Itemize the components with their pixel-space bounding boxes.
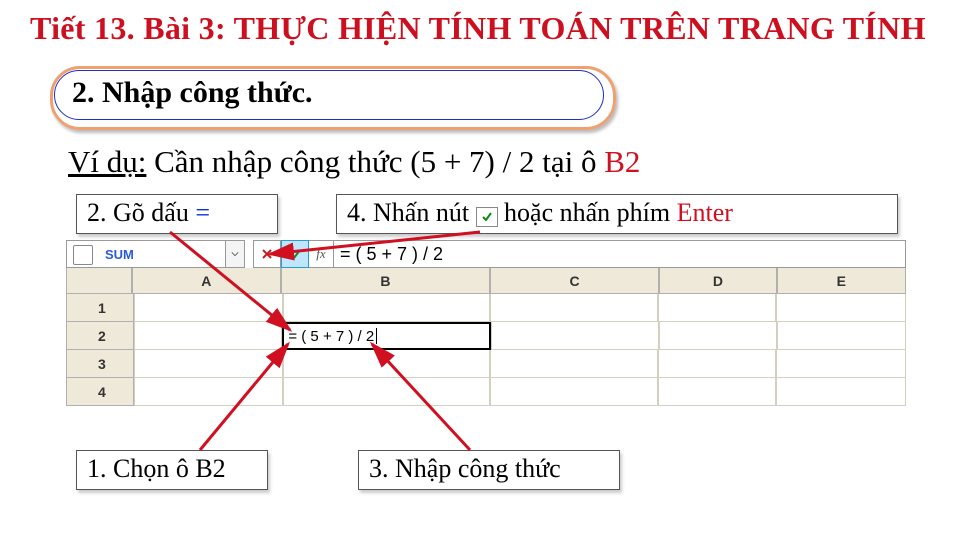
slide-title: Tiết 13. Bài 3: THỰC HIỆN TÍNH TOÁN TRÊN… bbox=[30, 10, 926, 47]
col-header-A[interactable]: A bbox=[132, 268, 281, 294]
example-cellref: B2 bbox=[604, 144, 640, 179]
enter-check-icon bbox=[288, 247, 302, 261]
cell-B2[interactable]: = ( 5 + 7 ) / 2 bbox=[282, 322, 491, 350]
table-row: 4 bbox=[66, 378, 906, 406]
step3-num: 3. bbox=[369, 454, 389, 483]
column-header-row: A B C D E bbox=[66, 268, 906, 294]
step3-text: Nhập công thức bbox=[389, 454, 561, 483]
step2-num: 2. bbox=[87, 198, 107, 227]
enter-button[interactable] bbox=[281, 240, 309, 268]
row-header-1[interactable]: 1 bbox=[66, 294, 134, 322]
text-cursor bbox=[376, 328, 377, 344]
caption-step4: 4. Nhấn nút hoặc nhấn phím Enter bbox=[336, 194, 898, 234]
formula-bar-input[interactable]: = ( 5 + 7 ) / 2 bbox=[334, 240, 906, 268]
fx-icon: fx bbox=[316, 246, 325, 262]
step1-num: 1. bbox=[87, 454, 107, 483]
fx-label[interactable]: fx bbox=[309, 240, 334, 268]
cell-D2[interactable] bbox=[659, 322, 777, 350]
cell-A3[interactable] bbox=[134, 350, 283, 378]
cell-A1[interactable] bbox=[134, 294, 283, 322]
enter-check-icon-inline bbox=[476, 207, 498, 227]
caption-step2: 2. Gõ dấu = bbox=[76, 194, 278, 234]
step2-symbol: = bbox=[195, 198, 210, 227]
step4-tail-a: hoặc nhấn phím bbox=[504, 198, 677, 227]
name-box-dropdown[interactable] bbox=[226, 240, 245, 268]
step4-num: 4. bbox=[347, 198, 367, 227]
cell-E1[interactable] bbox=[776, 294, 906, 322]
cell-D1[interactable] bbox=[658, 294, 776, 322]
chevron-down-icon bbox=[231, 250, 239, 258]
step4-enter: Enter bbox=[677, 198, 733, 227]
cancel-button[interactable] bbox=[253, 240, 281, 268]
cancel-icon bbox=[260, 247, 274, 261]
example-line: Ví dụ: Cần nhập công thức (5 + 7) / 2 tạ… bbox=[68, 144, 640, 180]
row-header-3[interactable]: 3 bbox=[66, 350, 134, 378]
cell-A4[interactable] bbox=[134, 378, 283, 406]
table-row: 1 bbox=[66, 294, 906, 322]
cell-B3[interactable] bbox=[283, 350, 490, 378]
cell-E4[interactable] bbox=[776, 378, 906, 406]
formula-bar-row: SUM fx = ( 5 + 7 ) / 2 bbox=[66, 240, 906, 268]
cell-D3[interactable] bbox=[658, 350, 776, 378]
col-header-E[interactable]: E bbox=[777, 268, 906, 294]
cell-E3[interactable] bbox=[776, 350, 906, 378]
caption-step3: 3. Nhập công thức bbox=[358, 450, 620, 490]
cell-B1[interactable] bbox=[283, 294, 490, 322]
name-box-text: SUM bbox=[105, 247, 134, 262]
step4-text: Nhấn nút bbox=[367, 198, 476, 227]
cell-D4[interactable] bbox=[658, 378, 776, 406]
table-row: 2 = ( 5 + 7 ) / 2 bbox=[66, 322, 906, 350]
cell-C3[interactable] bbox=[490, 350, 658, 378]
step2-text: Gõ dấu bbox=[107, 198, 196, 227]
cell-A2[interactable] bbox=[134, 322, 283, 350]
table-row: 3 bbox=[66, 350, 906, 378]
cell-B4[interactable] bbox=[283, 378, 490, 406]
cell-C4[interactable] bbox=[490, 378, 658, 406]
cell-E2[interactable] bbox=[777, 322, 906, 350]
col-header-D[interactable]: D bbox=[659, 268, 776, 294]
example-text: Cần nhập công thức (5 + 7) / 2 tại ô bbox=[146, 144, 604, 179]
sum-icon bbox=[73, 245, 93, 265]
formula-bar-text: = ( 5 + 7 ) / 2 bbox=[340, 244, 443, 265]
spreadsheet-snippet: SUM fx = ( 5 + 7 ) / 2 A B C D E 1 bbox=[66, 240, 906, 406]
caption-step1: 1. Chọn ô B2 bbox=[76, 450, 268, 490]
cell-C2[interactable] bbox=[491, 322, 659, 350]
example-label: Ví dụ: bbox=[68, 144, 146, 179]
name-box[interactable]: SUM bbox=[66, 240, 226, 268]
step1-text: Chọn ô B2 bbox=[107, 454, 226, 483]
cell-B2-value: = ( 5 + 7 ) / 2 bbox=[288, 328, 374, 345]
section-heading: 2. Nhập công thức. bbox=[72, 76, 313, 110]
col-header-B[interactable]: B bbox=[281, 268, 490, 294]
cell-C1[interactable] bbox=[490, 294, 658, 322]
col-header-C[interactable]: C bbox=[490, 268, 659, 294]
row-header-4[interactable]: 4 bbox=[66, 378, 134, 406]
select-all-corner[interactable] bbox=[66, 268, 132, 294]
row-header-2[interactable]: 2 bbox=[66, 322, 134, 350]
